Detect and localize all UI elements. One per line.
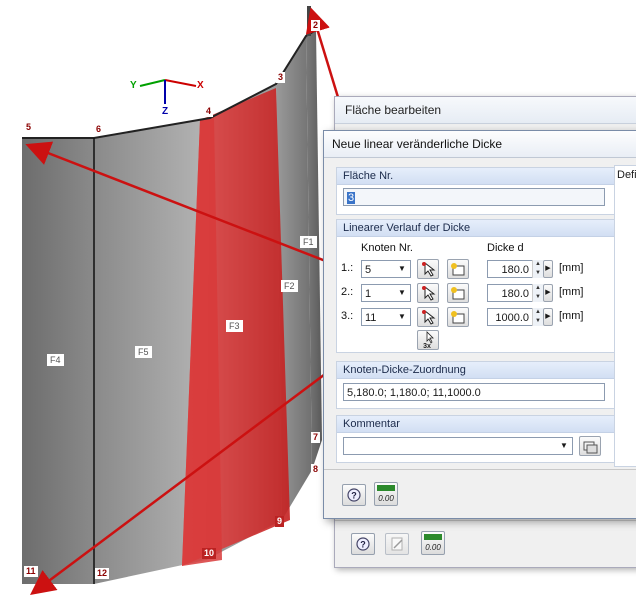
node-label-2: 2	[311, 20, 321, 31]
units-icon: 0.00	[424, 534, 442, 552]
thickness-spinner-1[interactable]: ▲ ▼	[532, 260, 543, 278]
dialog-title: Neue linear veränderliche Dicke	[324, 131, 636, 158]
assignment-header: Knoten-Dicke-Zuordnung	[337, 362, 619, 379]
svg-text:?: ?	[351, 491, 357, 501]
face-label-f4: F4	[47, 354, 64, 366]
node-label-5: 5	[24, 122, 34, 133]
pencil-icon	[391, 537, 403, 551]
units-button-back[interactable]: 0.00	[421, 531, 445, 555]
thickness-value-1: 180.0	[501, 264, 529, 276]
node-label-11: 11	[24, 566, 38, 577]
new-node-button-3[interactable]	[447, 307, 469, 327]
pick-node-button-1[interactable]	[417, 259, 439, 279]
node-select-2[interactable]: 1 ▼	[361, 284, 411, 302]
new-node-icon	[451, 263, 465, 276]
assignment-group: Knoten-Dicke-Zuordnung 5,180.0; 1,180.0;…	[336, 361, 620, 409]
thickness-column-label: Dicke d	[487, 242, 524, 254]
thickness-spinner-2[interactable]: ▲ ▼	[532, 284, 543, 302]
node-select-3-value: 11	[365, 312, 377, 324]
surface-number-group: Fläche Nr. 3	[336, 167, 620, 215]
edit-surface-footer: ? 0.00	[335, 520, 636, 567]
definition-panel: Defi	[614, 165, 636, 467]
pick-cursor-icon	[422, 309, 436, 325]
help-button-back[interactable]: ?	[351, 533, 375, 555]
definition-panel-label: Defi	[617, 169, 636, 181]
row-index-2: 2.:	[341, 286, 354, 298]
svg-text:0.00: 0.00	[425, 543, 441, 552]
thickness-spinner-3[interactable]: ▲ ▼	[532, 308, 543, 326]
svg-text:0.00: 0.00	[378, 494, 394, 503]
surface-number-value: 3	[347, 192, 356, 204]
edit-surface-title: Fläche bearbeiten	[335, 97, 636, 124]
axis-z-label: Z	[162, 106, 169, 117]
face-label-f2: F2	[281, 280, 298, 292]
comment-header: Kommentar	[337, 416, 619, 433]
node-number-column-label: Knoten Nr.	[361, 242, 413, 254]
thickness-next-1[interactable]: ▶	[543, 260, 553, 278]
row-index-3: 3.:	[341, 310, 354, 322]
help-button[interactable]: ?	[342, 484, 366, 506]
units-button[interactable]: 0.00	[374, 482, 398, 506]
thickness-unit-1: [mm]	[559, 262, 584, 274]
surface-number-field[interactable]: 3	[343, 188, 605, 206]
node-label-8: 8	[311, 464, 321, 475]
linear-thickness-dialog: Neue linear veränderliche Dicke Fläche N…	[323, 130, 636, 519]
node-select-3[interactable]: 11 ▼	[361, 308, 411, 326]
assignment-value: 5,180.0; 1,180.0; 11,1000.0	[347, 387, 481, 399]
dialog-footer: ? 0.00	[324, 469, 636, 518]
node-label-4: 4	[204, 106, 214, 117]
comment-library-icon	[583, 441, 598, 454]
node-label-3: 3	[276, 72, 286, 83]
node-select-1[interactable]: 5 ▼	[361, 260, 411, 278]
thickness-unit-3: [mm]	[559, 310, 584, 322]
thickness-next-3[interactable]: ▶	[543, 308, 553, 326]
thickness-next-2[interactable]: ▶	[543, 284, 553, 302]
face-label-f3: F3	[226, 320, 243, 332]
new-node-button-2[interactable]	[447, 283, 469, 303]
new-node-icon	[451, 311, 465, 324]
linear-profile-group: Linearer Verlauf der Dicke Knoten Nr. Di…	[336, 219, 620, 353]
face-label-f1: F1	[300, 236, 317, 248]
pick-node-button-3[interactable]	[417, 307, 439, 327]
linear-profile-header: Linearer Verlauf der Dicke	[337, 220, 619, 237]
help-icon: ?	[347, 488, 361, 502]
node-select-1-value: 5	[365, 264, 372, 276]
axis-y-label: Y	[130, 80, 137, 91]
comment-library-button[interactable]	[579, 436, 601, 456]
node-label-6: 6	[94, 124, 104, 135]
assignment-field[interactable]: 5,180.0; 1,180.0; 11,1000.0	[343, 383, 605, 401]
pick-three-nodes-button[interactable]: 3x	[417, 330, 439, 350]
node-label-12: 12	[95, 568, 110, 579]
new-node-icon	[451, 287, 465, 300]
surface-number-header: Fläche Nr.	[337, 168, 619, 185]
edit-button-back[interactable]	[385, 533, 409, 555]
axis-gizmo	[139, 79, 197, 104]
units-icon: 0.00	[377, 485, 395, 503]
svg-text:?: ?	[360, 540, 366, 550]
svg-text:3x: 3x	[423, 343, 431, 349]
help-icon: ?	[356, 537, 370, 551]
comment-field[interactable]: ▼	[343, 437, 573, 455]
pick-cursor-icon	[422, 285, 436, 301]
thickness-value-2: 180.0	[501, 288, 529, 300]
node-select-2-value: 1	[365, 288, 372, 300]
pick-three-nodes-icon: 3x	[423, 331, 434, 350]
pick-cursor-icon	[422, 261, 436, 277]
chevron-down-icon: ▼	[398, 264, 406, 273]
thickness-value-3: 1000.0	[495, 312, 529, 324]
axis-x-label: X	[197, 80, 204, 91]
chevron-down-icon: ▼	[560, 441, 568, 450]
node-label-9: 9	[275, 516, 285, 527]
node-label-7: 7	[311, 432, 321, 443]
thickness-unit-2: [mm]	[559, 286, 584, 298]
row-index-1: 1.:	[341, 262, 354, 274]
chevron-down-icon: ▼	[398, 312, 406, 321]
pick-node-button-2[interactable]	[417, 283, 439, 303]
chevron-down-icon: ▼	[398, 288, 406, 297]
new-node-button-1[interactable]	[447, 259, 469, 279]
comment-group: Kommentar ▼	[336, 415, 620, 463]
face-label-f5: F5	[135, 346, 152, 358]
node-label-10: 10	[202, 548, 217, 559]
